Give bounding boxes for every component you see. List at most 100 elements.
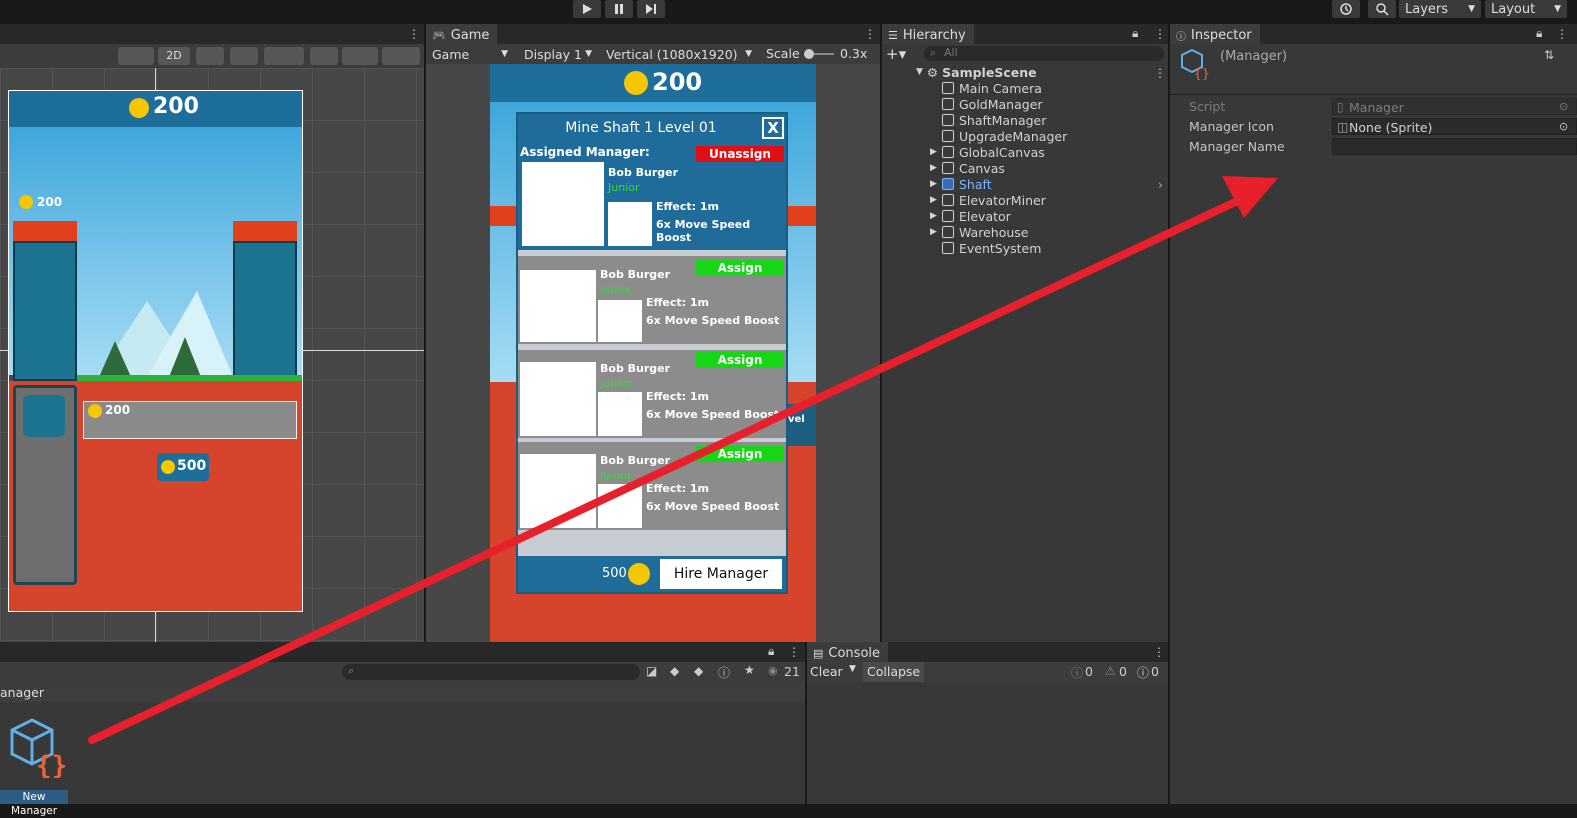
scene-view[interactable]: 200 200 200 500: [0, 68, 424, 642]
unassign-button[interactable]: Unassign: [696, 146, 784, 162]
assign-button[interactable]: Assign: [696, 352, 784, 368]
search-by-type-icon[interactable]: ◪: [646, 664, 657, 678]
project-panel: anager {} New Manager: [0, 682, 805, 817]
layout-dropdown[interactable]: Layout ▼: [1485, 0, 1567, 18]
error-icon[interactable]: ⓘ: [1137, 664, 1149, 681]
hierarchy-tree: ▼ ⚙ SampleScene ⋮ Main Camera GoldManage…: [882, 64, 1168, 642]
elevator-miner-avatar: [23, 395, 65, 437]
chevron-right-icon[interactable]: ›: [1158, 177, 1163, 192]
hierarchy-item-eventsystem[interactable]: EventSystem: [882, 240, 1168, 256]
hierarchy-search-input[interactable]: ⌕ All: [924, 46, 1164, 61]
game-view[interactable]: 200 vel Mine Shaft 1 Level 01 X Assigned…: [426, 64, 880, 642]
script-file-icon: ▯: [1337, 100, 1344, 114]
camera-dropdown[interactable]: [342, 47, 378, 65]
manager-name-field[interactable]: [1332, 138, 1577, 155]
gameobject-icon: [942, 226, 954, 238]
scene-toolbar: 2D: [0, 44, 424, 68]
warning-icon[interactable]: ⚠: [1105, 664, 1116, 678]
mode-2d-toggle[interactable]: 2D: [158, 47, 190, 65]
kebab-menu-icon[interactable]: ⋮: [1154, 67, 1166, 79]
close-button[interactable]: X: [762, 117, 784, 139]
hierarchy-item-shaft[interactable]: ▶ Shaft ›: [882, 176, 1168, 192]
step-button[interactable]: [637, 0, 665, 18]
hierarchy-item-label: GlobalCanvas: [959, 144, 1045, 160]
hierarchy-item-shaftmanager[interactable]: ShaftManager: [882, 112, 1168, 128]
scene-row[interactable]: ▼ ⚙ SampleScene: [882, 64, 1168, 80]
hire-manager-button[interactable]: Hire Manager: [660, 559, 782, 589]
eye-icon[interactable]: ◉: [768, 664, 778, 677]
draw-mode-dropdown[interactable]: [118, 47, 154, 65]
hierarchy-item-warehouse[interactable]: ▶ Warehouse: [882, 224, 1168, 240]
manager-row: Assign Bob Burger Junior Effect: 1m 6x M…: [518, 350, 786, 438]
assign-button[interactable]: Assign: [696, 446, 784, 462]
kebab-menu-icon[interactable]: ⋮: [864, 28, 876, 40]
lock-icon[interactable]: 🔒︎: [1132, 26, 1138, 41]
tab-game[interactable]: 🎮 Game: [426, 24, 498, 44]
object-picker-icon[interactable]: ⊙: [1559, 120, 1568, 133]
play-button[interactable]: [573, 0, 601, 18]
scale-slider-handle[interactable]: [804, 49, 814, 59]
asset-tile[interactable]: {} New Manager: [0, 712, 70, 817]
audio-toggle[interactable]: [230, 47, 258, 65]
filter-icon[interactable]: ◆: [670, 664, 679, 678]
gameobject-icon: [942, 162, 954, 174]
kebab-menu-icon[interactable]: ⋮: [788, 646, 800, 658]
upgrade-cost-button[interactable]: 500: [157, 453, 209, 481]
manager-icon-field[interactable]: ◫ None (Sprite) ⊙: [1332, 118, 1577, 135]
add-object-button[interactable]: +▾: [886, 46, 914, 62]
kebab-menu-icon[interactable]: ⋮: [408, 28, 420, 40]
settings-slider-icon[interactable]: ⇅: [1544, 48, 1554, 62]
kebab-menu-icon[interactable]: ⋮: [1153, 646, 1165, 658]
project-search-input[interactable]: ⌕: [342, 664, 640, 680]
manager-effect: Effect: 1m: [656, 200, 720, 213]
shaft-roof: [788, 206, 816, 226]
collapse-toggle[interactable]: Collapse: [863, 662, 925, 682]
search-button[interactable]: [1368, 0, 1396, 18]
breadcrumb-folder[interactable]: anager: [0, 685, 44, 700]
clear-button[interactable]: Clear: [810, 664, 843, 679]
console-log-area: [807, 682, 1168, 804]
game-toolbar: Game ▼ Display 1 ▼ Vertical (1080x1920) …: [426, 44, 880, 64]
hierarchy-item-elevator[interactable]: ▶ Elevator: [882, 208, 1168, 224]
console-toolbar: Clear ▼ Collapse ⓘ 0 ⚠ 0 ⓘ 0: [807, 662, 1168, 682]
pause-button[interactable]: [605, 0, 633, 18]
lock-icon[interactable]: 🔒︎: [768, 644, 774, 659]
display-dropdown[interactable]: Display 1 ▼: [518, 45, 598, 63]
hierarchy-item-goldmanager[interactable]: GoldManager: [882, 96, 1168, 112]
prefab-icon: [942, 178, 954, 190]
hierarchy-item-globalcanvas[interactable]: ▶ GlobalCanvas: [882, 144, 1168, 160]
game-view-dropdown[interactable]: Game ▼: [426, 45, 514, 63]
assign-button[interactable]: Assign: [696, 260, 784, 276]
tab-console[interactable]: ▤ Console: [807, 642, 889, 662]
layers-dropdown[interactable]: Layers ▼: [1399, 0, 1481, 18]
elevator-building: [13, 241, 77, 381]
info-log-icon[interactable]: ⓘ: [1071, 664, 1083, 681]
kebab-menu-icon[interactable]: ⋮: [1154, 28, 1166, 40]
tab-hierarchy[interactable]: ☰ Hierarchy: [882, 24, 974, 44]
kebab-menu-icon[interactable]: ⋮: [1556, 28, 1568, 40]
hierarchy-item-canvas[interactable]: ▶ Canvas: [882, 160, 1168, 176]
play-icon: [583, 4, 592, 14]
lock-icon[interactable]: 🔒︎: [1536, 26, 1542, 41]
clear-options-dropdown[interactable]: ▼: [849, 664, 856, 674]
effects-dropdown[interactable]: [264, 47, 304, 65]
scale-slider[interactable]: [804, 49, 834, 59]
visibility-toggle[interactable]: [310, 47, 338, 65]
hierarchy-item-main-camera[interactable]: Main Camera: [882, 80, 1168, 96]
log-count: 0: [1085, 664, 1093, 679]
game-tabbar: 🎮 Game ⋮: [426, 24, 880, 44]
tab-inspector[interactable]: ⓘ Inspector: [1170, 24, 1260, 44]
gizmos-dropdown[interactable]: [382, 47, 420, 65]
lighting-toggle[interactable]: [196, 47, 224, 65]
coin-icon: [628, 563, 650, 585]
favorite-star-icon[interactable]: ★: [744, 663, 755, 677]
hierarchy-item-upgrademanager[interactable]: UpgradeManager: [882, 128, 1168, 144]
expand-arrow-icon: ▶: [930, 211, 937, 221]
hierarchy-item-elevatorminer[interactable]: ▶ ElevatorMiner: [882, 192, 1168, 208]
label-tag-icon[interactable]: ◆: [694, 664, 703, 678]
gameobject-icon: [942, 130, 954, 142]
history-button[interactable]: [1332, 0, 1360, 18]
resolution-dropdown[interactable]: Vertical (1080x1920) ▼: [600, 45, 758, 63]
warning-filter-icon[interactable]: ⓘ: [718, 664, 730, 681]
hierarchy-item-label: Shaft: [959, 176, 992, 192]
